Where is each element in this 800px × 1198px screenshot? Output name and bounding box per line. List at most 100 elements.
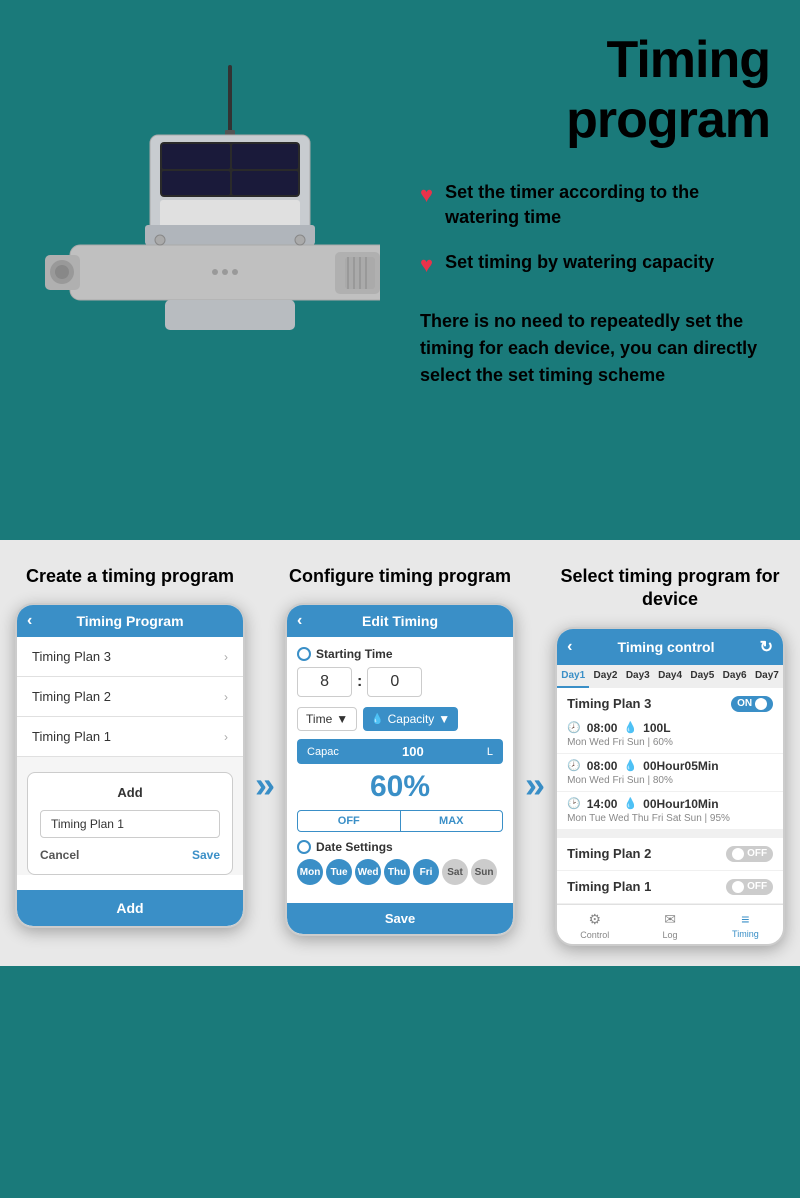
phone3-tab-day4[interactable]: Day4 <box>654 665 686 688</box>
valve-device-svg <box>40 60 380 480</box>
phone3-drop-icon-3: 💧 <box>623 797 637 810</box>
phone1-plan-2[interactable]: Timing Plan 2 › <box>17 677 243 717</box>
description-text: There is no need to repeatedly set the t… <box>420 308 770 389</box>
phone2-day-pills: Mon Tue Wed Thu Fri Sat Sun <box>297 859 503 885</box>
phone3-duration2: 00Hour05Min <box>643 759 718 773</box>
phone1-plan1-label: Timing Plan 1 <box>32 729 111 744</box>
phone2-colon: : <box>357 673 362 691</box>
phone3-log-icon: ✉ <box>664 911 676 928</box>
phone3-schedule-1: 🕗 08:00 💧 100L Mon Wed Fri Sun | 60% <box>557 716 783 754</box>
phone3-tab-day6[interactable]: Day6 <box>718 665 750 688</box>
phone3-schedule1-time: 🕗 08:00 💧 100L <box>567 721 773 735</box>
pill-sat[interactable]: Sat <box>442 859 468 885</box>
phone2-cap-value: 100 <box>402 744 424 759</box>
phone2-time-dropdown-icon: ▼ <box>336 712 348 726</box>
pill-thu[interactable]: Thu <box>384 859 410 885</box>
phone3-plan2-toggle[interactable]: OFF <box>726 846 773 862</box>
phone2-clock-icon <box>297 647 311 661</box>
feature-item-2: ♥ Set timing by watering capacity <box>420 250 770 278</box>
phone2-time-dropdown-label: Time <box>306 712 332 726</box>
phone2-off-btn[interactable]: OFF <box>298 811 400 831</box>
phone3-plan3-header: Timing Plan 3 ON <box>557 688 783 716</box>
top-section: Timing program ♥ Set the timer according… <box>0 0 800 540</box>
phone1-name-input[interactable] <box>40 810 220 838</box>
pill-wed[interactable]: Wed <box>355 859 381 885</box>
pill-mon[interactable]: Mon <box>297 859 323 885</box>
phone3-log-label: Log <box>663 930 678 940</box>
phone3-plan1-name: Timing Plan 1 <box>567 879 651 894</box>
phone2-date-icon <box>297 840 311 854</box>
phone3-footer-timing[interactable]: ≡ Timing <box>708 911 783 940</box>
phone2-header-title: Edit Timing <box>362 613 438 629</box>
phone3-day-tabs: Day1 Day2 Day3 Day4 Day5 Day6 Day7 <box>557 665 783 688</box>
pill-fri[interactable]: Fri <box>413 859 439 885</box>
phone1-plan-3[interactable]: Timing Plan 3 › <box>17 637 243 677</box>
page-title: Timing program <box>420 30 770 150</box>
step-col-3: Select timing program for device ‹ Timin… <box>555 565 785 946</box>
step-arrow-1: » <box>255 764 275 806</box>
phone2-hour-input[interactable]: 8 <box>297 667 352 697</box>
phone3-clock-icon-3: 🕑 <box>567 797 581 810</box>
phone-1: ‹ Timing Program Timing Plan 3 › Timing … <box>15 603 245 928</box>
phone2-cap-label: Capac <box>307 746 339 758</box>
phone3-footer-log[interactable]: ✉ Log <box>632 911 707 940</box>
phone3-timing-label: Timing <box>732 929 759 939</box>
phone1-screen: Timing Plan 3 › Timing Plan 2 › Timing P… <box>17 637 243 875</box>
phone1-cancel-btn[interactable]: Cancel <box>40 848 79 862</box>
phone2-capacity-bar: Capac 100 L <box>297 739 503 764</box>
phone3-plan1-row: Timing Plan 1 OFF <box>557 871 783 904</box>
phone2-off-max: OFF MAX <box>297 810 503 832</box>
phone3-plan3-name: Timing Plan 3 <box>567 696 651 711</box>
phone-2: ‹ Edit Timing Starting Time 8 : 0 Time ▼ <box>285 603 515 936</box>
phone1-chevron-1: › <box>224 730 228 744</box>
phone3-plan3-toggle[interactable]: ON <box>731 696 773 712</box>
phone2-max-btn[interactable]: MAX <box>400 811 503 831</box>
phone2-dropdowns: Time ▼ 💧 Capacity ▼ <box>297 707 503 731</box>
phone2-minute-input[interactable]: 0 <box>367 667 422 697</box>
phone3-tab-day3[interactable]: Day3 <box>622 665 654 688</box>
phone3-clock-icon-2: 🕗 <box>567 759 581 772</box>
step-title-3: Select timing program for device <box>555 565 785 612</box>
phone2-percent: 60% <box>297 770 503 804</box>
phone3-tab-day1[interactable]: Day1 <box>557 665 589 688</box>
phone2-capacity-arrow: ▼ <box>438 712 450 726</box>
phone2-starting-time-label: Starting Time <box>297 647 503 661</box>
phone1-save-btn[interactable]: Save <box>192 848 220 862</box>
feature-text-2: Set timing by watering capacity <box>445 250 714 275</box>
pill-sun[interactable]: Sun <box>471 859 497 885</box>
phone2-back-icon[interactable]: ‹ <box>297 612 302 630</box>
phone2-time-inputs: 8 : 0 <box>297 667 503 697</box>
phone2-time-dropdown[interactable]: Time ▼ <box>297 707 357 731</box>
phone2-capacity-bar-bg: Capac 100 L <box>297 739 503 764</box>
phone1-add-bottom[interactable]: Add <box>17 890 243 926</box>
phone3-tab-day5[interactable]: Day5 <box>686 665 718 688</box>
device-image <box>20 20 400 480</box>
heart-icon-1: ♥ <box>420 182 433 208</box>
feature-text-1: Set the timer according to the watering … <box>445 180 770 230</box>
phone2-header: ‹ Edit Timing <box>287 605 513 637</box>
phone3-tab-day7[interactable]: Day7 <box>751 665 783 688</box>
phone3-schedule3-time: 🕑 14:00 💧 00Hour10Min <box>567 797 773 811</box>
phone2-save-btn[interactable]: Save <box>287 903 513 934</box>
phone3-refresh-icon[interactable]: ↻ <box>760 637 773 657</box>
phone3-back-icon[interactable]: ‹ <box>567 638 572 656</box>
phone3-divider <box>557 830 783 838</box>
step-col-2: Configure timing program ‹ Edit Timing S… <box>285 565 515 946</box>
phone3-footer-control[interactable]: ⚙ Control <box>557 911 632 940</box>
phone1-dialog-buttons: Cancel Save <box>40 848 220 862</box>
phone3-tab-day2[interactable]: Day2 <box>589 665 621 688</box>
phone3-time3: 14:00 <box>587 797 618 811</box>
phone3-plan1-toggle[interactable]: OFF <box>726 879 773 895</box>
pill-tue[interactable]: Tue <box>326 859 352 885</box>
phone3-schedule2-days: Mon Wed Fri Sun | 80% <box>567 775 773 786</box>
phone2-capacity-dropdown[interactable]: 💧 Capacity ▼ <box>363 707 458 731</box>
phone3-schedule-2: 🕗 08:00 💧 00Hour05Min Mon Wed Fri Sun | … <box>557 754 783 792</box>
phone3-control-icon: ⚙ <box>588 911 601 928</box>
bottom-section: Create a timing program ‹ Timing Program… <box>0 540 800 966</box>
phone3-plan2-row: Timing Plan 2 OFF <box>557 838 783 871</box>
phone1-plan-1[interactable]: Timing Plan 1 › <box>17 717 243 757</box>
phone1-header: ‹ Timing Program <box>17 605 243 637</box>
phone1-back-icon[interactable]: ‹ <box>27 612 32 630</box>
phone3-amount1: 100L <box>643 721 670 735</box>
phone3-plan1-circle <box>732 881 744 893</box>
